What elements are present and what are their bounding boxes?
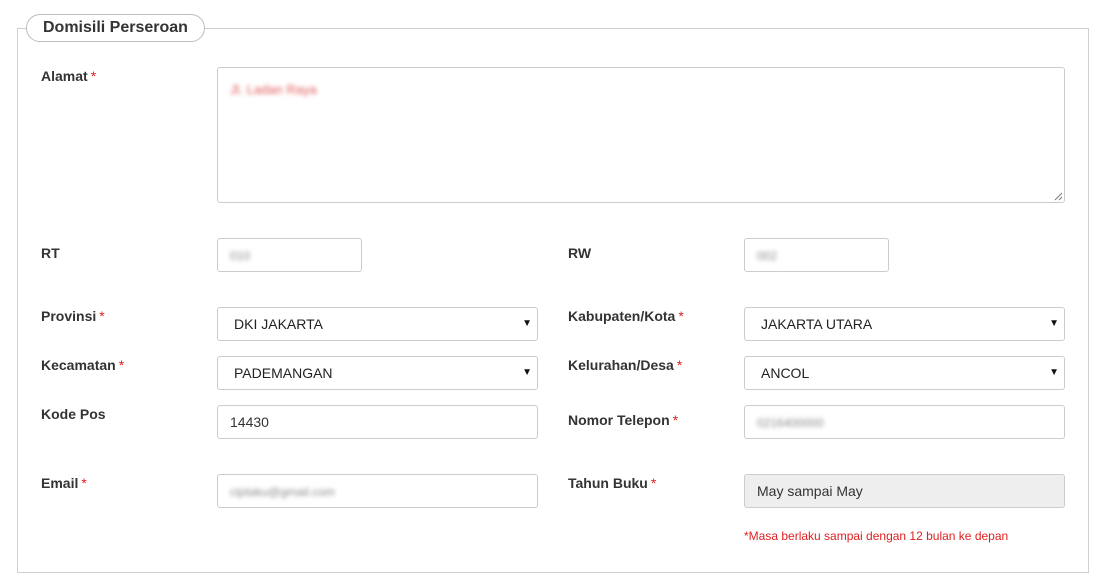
kelurahan-select[interactable]: ANCOL ▼ <box>744 356 1065 390</box>
kecamatan-value: PADEMANGAN <box>234 365 333 381</box>
email-label: Email * <box>41 475 87 491</box>
rt-label: RT <box>41 245 60 261</box>
resize-grip-icon[interactable] <box>1053 191 1063 201</box>
required-mark: * <box>650 475 657 491</box>
alamat-textarea[interactable]: Jl. Ladan Raya <box>217 67 1065 203</box>
alamat-value: Jl. Ladan Raya <box>230 82 317 97</box>
kecamatan-label: Kecamatan * <box>41 357 125 373</box>
kode-pos-value: 14430 <box>230 414 269 430</box>
provinsi-select[interactable]: DKI JAKARTA ▼ <box>217 307 538 341</box>
kabupaten-value: JAKARTA UTARA <box>761 316 873 332</box>
provinsi-value: DKI JAKARTA <box>234 316 323 332</box>
provinsi-label: Provinsi * <box>41 308 105 324</box>
rw-input[interactable]: 002 <box>744 238 889 272</box>
kabupaten-select[interactable]: JAKARTA UTARA ▼ <box>744 307 1065 341</box>
required-mark: * <box>678 308 684 324</box>
rw-label: RW <box>568 245 592 261</box>
chevron-down-icon: ▼ <box>1049 318 1059 329</box>
chevron-down-icon: ▼ <box>1049 367 1059 378</box>
kecamatan-select[interactable]: PADEMANGAN ▼ <box>217 356 538 390</box>
kelurahan-label: Kelurahan/Desa * <box>568 357 683 373</box>
telepon-input[interactable]: 0216400000 <box>744 405 1065 439</box>
tahun-buku-input: May sampai May <box>744 474 1065 508</box>
rw-value: 002 <box>757 249 778 263</box>
email-input[interactable]: ciptaku@gmail.com <box>217 474 538 508</box>
required-mark: * <box>99 308 105 324</box>
telepon-value: 0216400000 <box>757 416 824 430</box>
required-mark: * <box>81 475 87 491</box>
required-mark: * <box>90 68 97 84</box>
section-title: Domisili Perseroan <box>26 14 205 42</box>
rt-input[interactable]: 010 <box>217 238 362 272</box>
email-value: ciptaku@gmail.com <box>230 485 335 499</box>
kode-pos-label: Kode Pos <box>41 406 106 422</box>
kode-pos-input[interactable]: 14430 <box>217 405 538 439</box>
kelurahan-value: ANCOL <box>761 365 810 381</box>
required-mark: * <box>676 357 683 373</box>
chevron-down-icon: ▼ <box>522 367 532 378</box>
required-mark: * <box>672 412 679 428</box>
validity-note: *Masa berlaku sampai dengan 12 bulan ke … <box>744 529 1009 543</box>
tahun-buku-label: Tahun Buku * <box>568 475 657 491</box>
alamat-label: Alamat * <box>41 68 97 84</box>
tahun-buku-value: May sampai May <box>757 483 863 499</box>
chevron-down-icon: ▼ <box>522 318 532 329</box>
required-mark: * <box>118 357 125 373</box>
kabupaten-label: Kabupaten/Kota * <box>568 308 684 324</box>
telepon-label: Nomor Telepon * <box>568 412 679 428</box>
rt-value: 010 <box>230 249 251 263</box>
